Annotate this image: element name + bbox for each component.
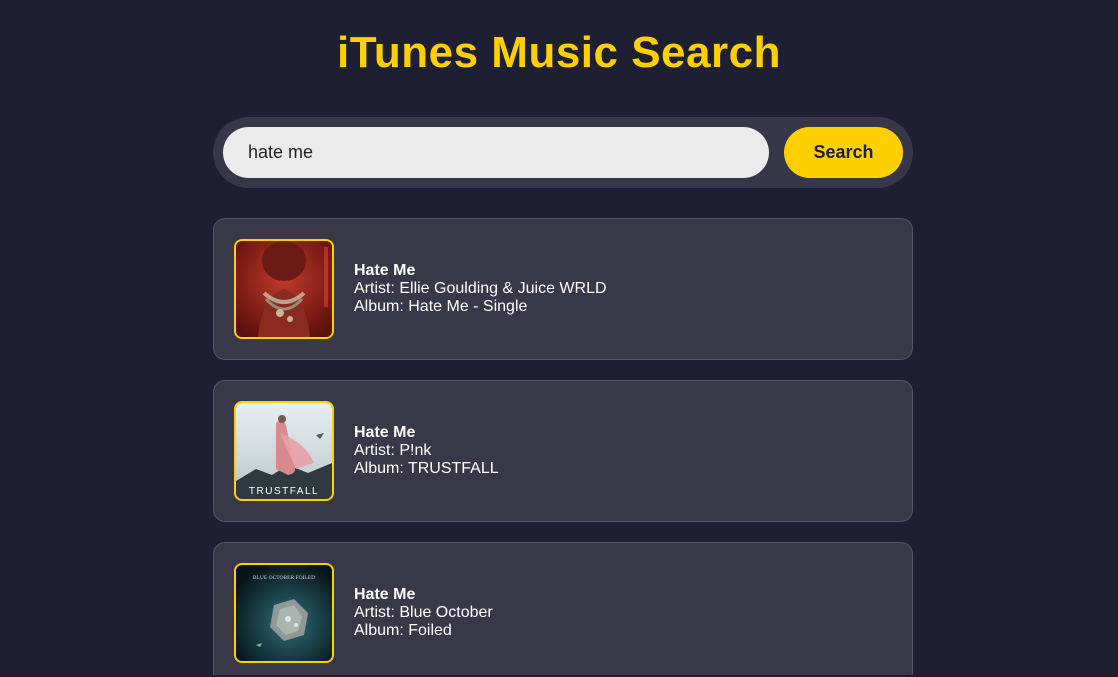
track-name: Hate Me: [354, 262, 416, 279]
cover-text: BLUE OCTOBER FOILED: [253, 575, 315, 581]
artist-name: Artist: Ellie Goulding & Juice WRLD: [354, 280, 607, 297]
search-input[interactable]: [223, 127, 769, 178]
track-info: Hate Me Artist: Ellie Goulding & Juice W…: [354, 262, 607, 316]
artist-name: Artist: P!nk: [354, 442, 432, 459]
search-bar: Search: [213, 117, 913, 188]
track-name: Hate Me: [354, 424, 416, 441]
result-card[interactable]: Hate Me Artist: Ellie Goulding & Juice W…: [213, 218, 913, 360]
track-info: Hate Me Artist: Blue October Album: Foil…: [354, 586, 493, 640]
artist-name: Artist: Blue October: [354, 604, 493, 621]
track-name: Hate Me: [354, 586, 416, 603]
cover-text: TRUSTFALL: [249, 486, 319, 497]
page-title: iTunes Music Search: [337, 28, 781, 77]
result-card[interactable]: TRUSTFALL Hate Me Artist: P!nk Album: TR…: [213, 380, 913, 522]
red-portrait-cover-image: [236, 241, 332, 337]
track-info: Hate Me Artist: P!nk Album: TRUSTFALL: [354, 424, 499, 478]
album-cover: BLUE OCTOBER FOILED: [234, 563, 334, 663]
search-button[interactable]: Search: [784, 127, 903, 178]
album-cover: TRUSTFALL: [234, 401, 334, 501]
album-cover: [234, 239, 334, 339]
foiled-rock-cover-image: BLUE OCTOBER FOILED: [236, 565, 332, 661]
album-name: Album: TRUSTFALL: [354, 460, 499, 477]
album-name: Album: Hate Me - Single: [354, 298, 528, 315]
trustfall-cover-image: TRUSTFALL: [236, 403, 332, 499]
album-name: Album: Foiled: [354, 622, 452, 639]
result-card[interactable]: BLUE OCTOBER FOILED Hate Me Artist: Blue…: [213, 542, 913, 677]
